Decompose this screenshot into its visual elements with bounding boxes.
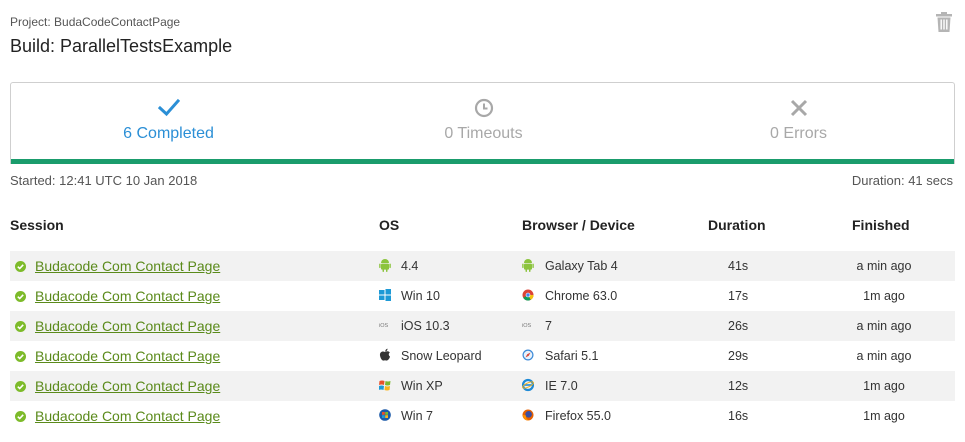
column-browser[interactable]: Browser / Device [522,217,635,233]
chrome-icon [522,288,534,302]
session-finished: a min ago [856,319,912,333]
checkmark-icon [157,98,180,117]
timeouts-stat[interactable]: 0 Timeouts [326,83,641,160]
completed-count: 6 Completed [123,125,214,142]
browser-name: 7 [545,319,552,333]
session-finished: a min ago [856,349,912,363]
session-finished: 1m ago [863,289,905,303]
session-finished: 1m ago [863,409,905,423]
table-row[interactable]: Budacode Com Contact Page Snow Leopard Saf… [10,341,955,371]
started-time: Started: 12:41 UTC 10 Jan 2018 [10,173,198,188]
android-icon [522,258,534,272]
passed-status-icon [15,381,26,392]
table-row[interactable]: Budacode Com Contact Page 4.4 Galaxy Tab 4… [10,251,955,281]
passed-status-icon [15,261,26,272]
browser-name: Safari 5.1 [545,349,599,363]
table-row[interactable]: Budacode Com Contact Page Win 7 Firefox 55… [10,401,955,431]
build-title: Build: ParallelTestsExample [10,36,233,56]
os-name: Win XP [401,379,443,393]
close-icon [790,99,807,117]
ios-icon: iOS [522,318,534,332]
session-link[interactable]: Budacode Com Contact Page [35,341,220,371]
svg-text:iOS: iOS [379,323,389,329]
column-os[interactable]: OS [379,217,399,233]
trash-icon[interactable] [936,12,952,32]
os-name: Win 10 [401,289,440,303]
session-finished: a min ago [856,259,912,273]
session-duration: 12s [728,379,749,393]
session-finished: 1m ago [863,379,905,393]
os-name: iOS 10.3 [401,319,450,333]
android-icon [379,258,391,272]
sessions-table-header: Session OS Browser / Device Duration Fin… [10,217,955,235]
os-name: 4.4 [401,259,419,273]
column-session[interactable]: Session [10,217,64,233]
column-finished[interactable]: Finished [852,217,910,233]
passed-status-icon [15,411,26,422]
session-duration: 16s [728,409,749,423]
browser-name: Galaxy Tab 4 [545,259,618,273]
session-duration: 29s [728,349,749,363]
total-duration: Duration: 41 secs [851,173,953,188]
sessions-table: Budacode Com Contact Page 4.4 Galaxy Tab 4… [10,251,955,431]
safari-icon [522,348,534,362]
firefox-icon [522,408,534,422]
session-link[interactable]: Budacode Com Contact Page [35,311,220,341]
os-name: Snow Leopard [401,349,482,363]
session-link[interactable]: Budacode Com Contact Page [35,281,220,311]
windows-7-icon [379,408,391,422]
svg-text:iOS: iOS [522,323,532,329]
passed-status-icon [15,321,26,332]
windows-icon [379,288,391,302]
table-row[interactable]: Budacode Com Contact Page iOS iOS 10.3 iOS 7… [10,311,955,341]
session-link[interactable]: Budacode Com Contact Page [35,371,220,401]
session-duration: 17s [728,289,749,303]
build-summary-panel: 6 Completed 0 Timeouts 0 Errors [10,82,955,164]
timeouts-count: 0 Timeouts [444,125,523,142]
table-row[interactable]: Budacode Com Contact Page Win XP IE 7.0 12s… [10,371,955,401]
project-name: Project: BudaCodeContactPage [10,15,181,29]
passed-status-icon [15,351,26,362]
apple-icon [379,348,391,362]
browser-name: Firefox 55.0 [545,409,612,423]
passed-status-icon [15,291,26,302]
session-duration: 41s [728,259,749,273]
clock-icon [474,98,493,118]
browser-name: Chrome 63.0 [545,289,618,303]
session-link[interactable]: Budacode Com Contact Page [35,251,220,281]
errors-count: 0 Errors [770,125,827,142]
os-name: Win 7 [401,409,433,423]
windows-xp-icon [378,378,391,392]
ie-icon [521,378,535,392]
session-link[interactable]: Budacode Com Contact Page [35,401,220,431]
progress-bar [11,159,954,164]
session-duration: 26s [728,319,749,333]
column-duration[interactable]: Duration [708,217,766,233]
errors-stat[interactable]: 0 Errors [641,83,956,160]
ios-icon: iOS [379,318,391,332]
completed-stat[interactable]: 6 Completed [11,83,326,160]
browser-name: IE 7.0 [545,379,578,393]
table-row[interactable]: Budacode Com Contact Page Win 10 Chrome 63… [10,281,955,311]
